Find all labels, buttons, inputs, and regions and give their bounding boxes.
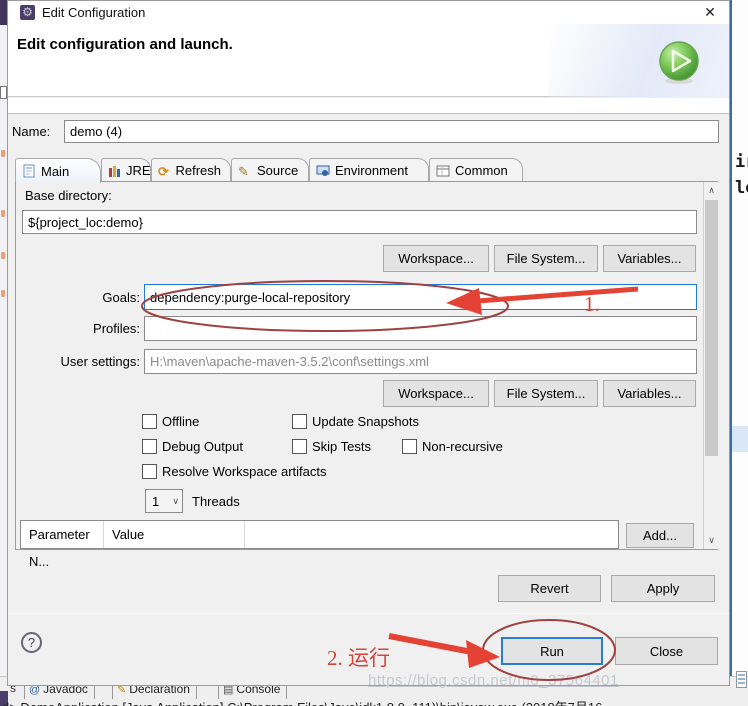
help-icon[interactable]: ?: [21, 632, 42, 653]
update-snapshots-label: Update Snapshots: [312, 414, 419, 429]
common-tab-icon: [436, 164, 451, 178]
console-text: d> DemoApplication [Java Application] C:…: [2, 697, 748, 706]
ruler-mark: [1, 150, 5, 157]
variables-button-2[interactable]: Variables...: [603, 380, 696, 407]
dialog-title: Edit Configuration: [42, 5, 146, 20]
debug-output-checkbox[interactable]: [142, 439, 157, 454]
source-tab-icon: ✎: [238, 163, 249, 179]
resolve-workspace-checkbox-row: Resolve Workspace artifacts: [142, 464, 327, 479]
run-button[interactable]: Run: [501, 637, 603, 665]
main-tab-panel: Base directory: Workspace... File System…: [15, 181, 719, 569]
ruler-mark: [1, 290, 5, 297]
apply-button[interactable]: Apply: [611, 575, 715, 602]
scroll-down-icon[interactable]: ∨: [704, 532, 719, 548]
ruler-marker-box: [0, 86, 7, 99]
workspace-button[interactable]: Workspace...: [383, 245, 489, 272]
resolve-workspace-artifacts-checkbox[interactable]: [142, 464, 157, 479]
tab-main[interactable]: Main: [15, 158, 101, 183]
tab-jre-label: JRE: [126, 163, 151, 178]
non-recursive-checkbox-row: Non-recursive: [402, 439, 503, 454]
code-fragment: le: [735, 178, 748, 198]
footer-separator: [8, 613, 729, 614]
offline-checkbox[interactable]: [142, 414, 157, 429]
tab-common[interactable]: Common: [429, 158, 523, 182]
file-system-button[interactable]: File System...: [494, 245, 598, 272]
tab-jre[interactable]: JRE: [101, 158, 151, 182]
resolve-workspace-artifacts-label: Resolve Workspace artifacts: [162, 464, 327, 479]
debug-output-label: Debug Output: [162, 439, 243, 454]
watermark: https://blog.csdn.net/m0_37564401: [368, 672, 619, 689]
tab-main-label: Main: [41, 163, 70, 179]
update-snapshots-checkbox-row: Update Snapshots: [292, 414, 419, 429]
skip-tests-label: Skip Tests: [312, 439, 372, 454]
editor-selection-band: [732, 426, 748, 452]
code-fragment: ir: [735, 152, 748, 172]
run-configuration-gear-icon: ⚙: [20, 5, 35, 20]
tab-source-label: Source: [257, 163, 299, 178]
column-header-value: Value: [104, 521, 245, 548]
file-system-button-2[interactable]: File System...: [494, 380, 598, 407]
parameter-table[interactable]: Parameter N... Value: [20, 520, 619, 569]
run-play-icon: [656, 40, 702, 89]
threads-value: 1: [152, 493, 160, 509]
update-snapshots-checkbox[interactable]: [292, 414, 307, 429]
skip-tests-checkbox-row: Skip Tests: [292, 439, 371, 454]
header-spacer: [8, 98, 729, 114]
close-icon[interactable]: ✕: [698, 2, 722, 23]
main-tab-icon: [22, 164, 37, 178]
environment-tab-icon: [316, 164, 331, 178]
base-directory-label: Base directory:: [25, 188, 112, 203]
base-directory-input[interactable]: [22, 210, 697, 234]
header-message: Edit configuration and launch.: [17, 36, 233, 53]
threads-select[interactable]: 1 ∨: [145, 489, 183, 513]
goals-input[interactable]: [144, 284, 697, 310]
screenshot-root: ir le s @Javadoc ✎Declaration ▤Console d…: [0, 0, 748, 706]
variables-button[interactable]: Variables...: [603, 245, 696, 272]
refresh-tab-icon: ⟳: [158, 163, 169, 179]
ruler-mark: [1, 252, 5, 259]
jre-tab-icon: [108, 164, 122, 178]
non-recursive-checkbox[interactable]: [402, 439, 417, 454]
tab-environment-label: Environment: [335, 163, 408, 178]
background-editor: ir le: [730, 0, 748, 706]
tab-environment[interactable]: Environment: [309, 158, 429, 182]
add-parameter-button[interactable]: Add...: [626, 523, 694, 548]
threads-label: Threads: [192, 494, 240, 509]
name-label: Name:: [12, 124, 51, 139]
user-settings-input[interactable]: [144, 349, 697, 374]
tab-source[interactable]: ✎ Source: [231, 158, 309, 182]
user-settings-label: User settings:: [60, 354, 140, 369]
close-button[interactable]: Close: [615, 637, 718, 665]
dialog-header-banner: Edit configuration and launch.: [8, 24, 729, 97]
goals-label: Goals:: [102, 290, 140, 305]
edit-configuration-dialog: ⚙ Edit Configuration ✕ Edit configuratio…: [7, 0, 730, 686]
tab-common-label: Common: [455, 163, 508, 178]
banner-gradient: [549, 24, 729, 97]
background-left-ruler: [0, 0, 7, 706]
scrollbar-thumb[interactable]: [705, 200, 718, 456]
background-titlebar-fragment: [0, 0, 7, 25]
revert-button[interactable]: Revert: [498, 575, 601, 602]
panel-scrollbar[interactable]: ∧ ∨: [703, 182, 719, 549]
offline-label: Offline: [162, 414, 200, 429]
file-icon: [736, 671, 747, 688]
workspace-button-2[interactable]: Workspace...: [383, 380, 489, 407]
scroll-up-icon[interactable]: ∧: [704, 182, 719, 198]
chevron-down-icon: ∨: [172, 495, 179, 506]
column-header-parameter-name: Parameter N...: [21, 521, 104, 569]
dialog-titlebar: ⚙ Edit Configuration ✕: [8, 1, 729, 24]
ruler-mark: [1, 210, 5, 217]
non-recursive-label: Non-recursive: [422, 439, 503, 454]
profiles-label: Profiles:: [93, 321, 140, 336]
profiles-input[interactable]: [144, 316, 697, 341]
skip-tests-checkbox[interactable]: [292, 439, 307, 454]
tab-refresh-label: Refresh: [175, 163, 221, 178]
tab-refresh[interactable]: ⟳ Refresh: [151, 158, 231, 182]
debug-output-checkbox-row: Debug Output: [142, 439, 243, 454]
offline-checkbox-row: Offline: [142, 414, 199, 429]
name-input[interactable]: [64, 120, 719, 143]
